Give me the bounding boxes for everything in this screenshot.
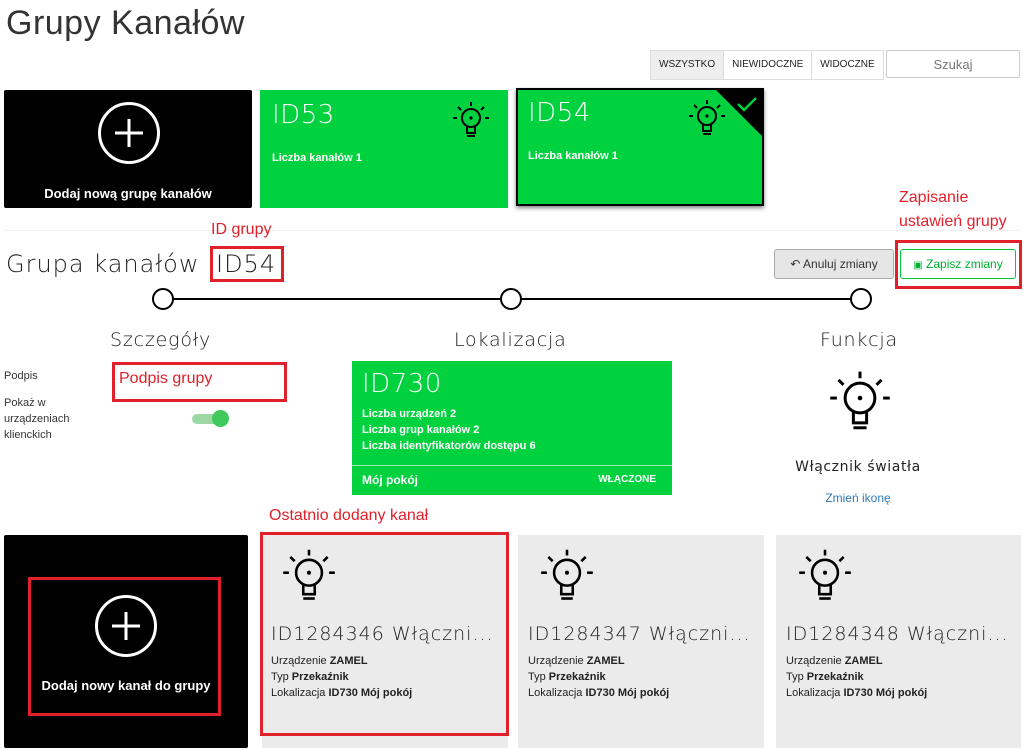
channel-location: Lokalizacja ID730 Mój pokój [528,687,670,699]
location-status: WŁĄCZONE [598,474,656,485]
channel-title: ID1284347 Włączni... [528,623,751,645]
location-access-ids: Liczba identyfikatorów dostępu 6 [362,440,536,452]
highlight-last-added-channel [260,532,509,736]
group-card-id53[interactable]: ID53 Liczba kanałów 1 [260,90,508,208]
group-id: ID53 [272,100,335,130]
search-input[interactable] [886,50,1020,78]
change-icon-link[interactable]: Zmień ikonę [790,491,926,505]
caption-label: Podpis [4,370,38,382]
show-in-clients-label: Pokaż w urządzeniach klienckich [4,397,70,441]
group-card-id54[interactable]: ID54 Liczba kanałów 1 [516,88,764,206]
channel-location: Lokalizacja ID730 Mój pokój [786,687,928,699]
group-channel-count: Liczba kanałów 1 [528,150,618,162]
step-label-function: Funkcja [820,329,898,351]
filter-invisible[interactable]: NIEWIDOCZNE [723,51,811,79]
location-divider [352,465,672,466]
annotation-save-settings: Zapisanie ustawień grupy [899,189,1007,230]
page-title: Grupy Kanałów [6,4,245,42]
step-dot-details[interactable] [152,288,174,310]
step-dot-function[interactable] [850,288,872,310]
channel-card[interactable]: ID1284348 Włączni... Urządzenie ZAMEL Ty… [776,535,1021,748]
location-name: Mój pokój [362,473,418,487]
filter-all[interactable]: WSZYSTKO [651,51,724,79]
selected-check-icon [716,90,762,136]
undo-icon: ↶ [790,257,801,271]
light-bulb-icon [799,549,851,600]
location-groups: Liczba grup kanałów 2 [362,424,480,436]
light-bulb-icon [541,549,593,600]
function-name: Włącznik światła [795,459,921,475]
channel-device: Urządzenie ZAMEL [786,655,883,667]
group-id: ID54 [528,98,591,128]
location-id: ID730 [362,369,442,399]
channel-device: Urządzenie ZAMEL [528,655,625,667]
highlight-group-id [210,246,284,282]
step-dot-location[interactable] [500,288,522,310]
location-devices: Liczba urządzeń 2 [362,408,457,420]
location-card[interactable]: ID730 Liczba urządzeń 2 Liczba grup kana… [352,361,672,495]
light-bulb-icon [453,102,489,137]
highlight-save-button [895,240,1022,289]
annotation-group-id: ID grupy [211,221,272,238]
channel-type: Typ Przekaźnik [528,671,606,683]
channel-title: ID1284348 Włączni... [786,623,1009,645]
visibility-filter: WSZYSTKO NIEWIDOCZNE WIDOCZNE [650,50,884,80]
step-label-details: Szczegóły [110,329,212,351]
group-channel-count: Liczba kanałów 1 [272,152,362,164]
channel-card[interactable]: ID1284347 Włączni... Urządzenie ZAMEL Ty… [518,535,764,748]
highlight-add-channel [28,577,221,716]
section-title: Grupa kanałów [6,250,200,278]
toggle-knob[interactable] [212,410,229,427]
add-group-card[interactable]: Dodaj nową grupę kanałów [4,90,252,208]
channel-type: Typ Przekaźnik [786,671,864,683]
light-bulb-icon [830,371,890,430]
plus-circle-icon [98,102,160,164]
filter-visible[interactable]: WIDOCZNE [811,51,882,79]
add-group-label: Dodaj nową grupę kanałów [44,186,212,201]
annotation-last-added: Ostatnio dodany kanał [269,507,429,524]
step-label-location: Lokalizacja [454,329,567,351]
cancel-changes-button[interactable]: ↶ Anuluj zmiany [774,249,894,279]
highlight-caption-input [112,362,287,402]
divider [4,230,1020,231]
